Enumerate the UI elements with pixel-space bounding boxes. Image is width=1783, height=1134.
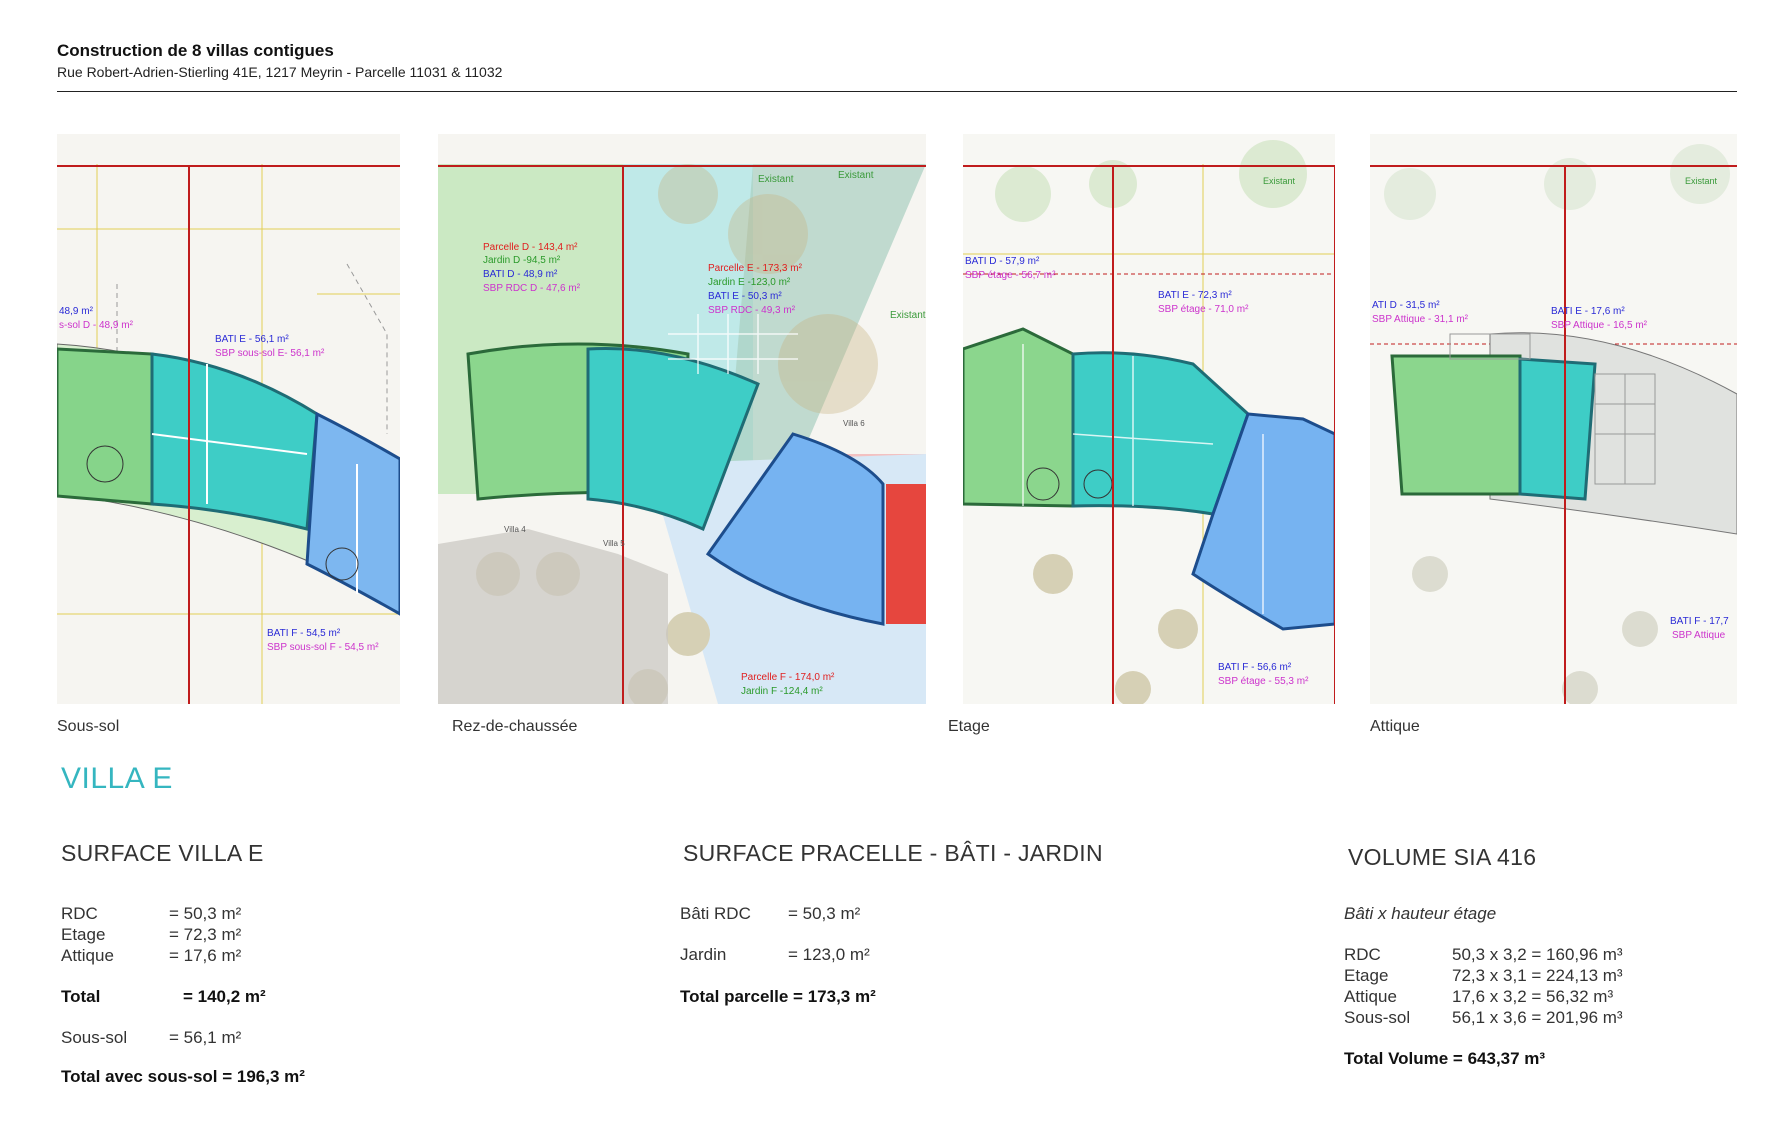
row-label: RDC: [61, 904, 98, 923]
plan-label: Jardin F -124,4 m²: [741, 686, 823, 697]
plan-label: SBP étage - 55,3 m²: [1218, 676, 1309, 687]
surface-parcelle-row: Jardin = 123,0 m²: [680, 945, 870, 965]
volume-title: VOLUME SIA 416: [1348, 844, 1537, 870]
row-label: Attique: [1344, 987, 1397, 1006]
surface-parcelle-total: Total parcelle = 173,3 m²: [680, 987, 876, 1006]
plan-label: Jardin D -94,5 m²: [483, 255, 561, 266]
plan-rez-de-chaussee: Parcelle D - 143,4 m² Jardin D -94,5 m² …: [438, 134, 926, 704]
total-label: Total: [61, 987, 101, 1006]
volume-total: Total Volume = 643,37 m³: [1344, 1049, 1546, 1068]
plan-label: BATI F - 56,6 m²: [1218, 662, 1292, 673]
plan-label: Existant: [758, 174, 794, 185]
volume-row: RDC 50,3 x 3,2 = 160,96 m³: [1344, 945, 1623, 965]
row-value: = 50,3 m²: [788, 904, 861, 923]
row-value: = 17,6 m²: [169, 946, 242, 965]
plan-label: SBP Attique - 31,1 m²: [1372, 314, 1469, 325]
plan-label: SBP étage - 56,7 m²: [965, 270, 1056, 281]
row-label: Attique: [61, 946, 114, 965]
volume-subtitle: Bâti x hauteur étage: [1344, 904, 1497, 923]
row-label: Sous-sol: [1344, 1008, 1411, 1027]
total-value: = 140,2 m²: [183, 987, 266, 1006]
row-value: 50,3 x 3,2 = 160,96 m³: [1452, 945, 1623, 964]
caption-attique: Attique: [1370, 718, 1420, 735]
surface-villa-soussol: Sous-sol = 56,1 m²: [61, 1028, 241, 1048]
plan-label: BATI D - 48,9 m²: [483, 269, 558, 280]
plan-label: SBP RDC - 49,3 m²: [708, 305, 796, 316]
surface-villa-row: RDC = 50,3 m²: [61, 904, 241, 924]
row-value: = 123,0 m²: [788, 945, 870, 964]
plan-attique: ATI D - 31,5 m² SBP Attique - 31,1 m² BA…: [1370, 134, 1737, 704]
surface-villa-grand-total: Total avec sous-sol = 196,3 m²: [61, 1067, 305, 1086]
plan-label: s-sol D - 48,9 m²: [59, 320, 134, 331]
volume-row: Sous-sol 56,1 x 3,6 = 201,96 m³: [1344, 1008, 1623, 1028]
plan-label: 48,9 m²: [59, 306, 94, 317]
plan-label: SBP étage - 71,0 m²: [1158, 304, 1249, 315]
plan-etage: BATI D - 57,9 m² SBP étage - 56,7 m² BAT…: [963, 134, 1335, 704]
caption-sous-sol: Sous-sol: [57, 718, 120, 735]
volume-row: Etage 72,3 x 3,1 = 224,13 m³: [1344, 966, 1623, 986]
row-value: 56,1 x 3,6 = 201,96 m³: [1452, 1008, 1623, 1027]
plan-label: Parcelle E - 173,3 m²: [708, 263, 803, 274]
plan-label: ATI D - 31,5 m²: [1372, 300, 1440, 311]
surface-villa-title: SURFACE VILLA E: [61, 840, 264, 866]
plan-label: Villa 6: [843, 419, 865, 428]
villa-title: VILLA E: [61, 762, 173, 795]
row-label: Jardin: [680, 945, 727, 964]
plan-label: Existant: [890, 310, 926, 321]
row-label: Etage: [61, 925, 106, 944]
plan-label: BATI F - 54,5 m²: [267, 628, 341, 639]
plan-label: Villa 4: [504, 525, 526, 534]
plan-label: BATI F - 17,7: [1670, 616, 1729, 627]
surface-parcelle-title: SURFACE PRACELLE - BÂTI - JARDIN: [683, 840, 1103, 866]
plan-sous-sol: 48,9 m² s-sol D - 48,9 m² BATI E - 56,1 …: [57, 134, 400, 704]
caption-rez-de-chaussee: Rez-de-chaussée: [452, 718, 578, 735]
plan-label: BATI E - 72,3 m²: [1158, 290, 1232, 301]
plan-label: SBP sous-sol E- 56,1 m²: [215, 348, 325, 359]
row-value: 72,3 x 3,1 = 224,13 m³: [1452, 966, 1623, 985]
plan-label: Parcelle F - 174,0 m²: [741, 672, 835, 683]
soussol-value: = 56,1 m²: [169, 1028, 242, 1047]
row-value: = 50,3 m²: [169, 904, 242, 923]
row-label: Etage: [1344, 966, 1389, 985]
plan-label: Villa 5: [603, 539, 625, 548]
plan-label: SBP sous-sol F - 54,5 m²: [267, 642, 379, 653]
surface-parcelle-row: Bâti RDC = 50,3 m²: [680, 904, 860, 924]
plan-label: Existant: [1685, 176, 1718, 186]
plan-label: Parcelle D - 143,4 m²: [483, 242, 578, 253]
row-label: RDC: [1344, 945, 1381, 964]
row-value: 17,6 x 3,2 = 56,32 m³: [1452, 987, 1614, 1006]
header-rule: [57, 91, 1737, 92]
caption-etage: Etage: [948, 718, 990, 735]
row-value: = 72,3 m²: [169, 925, 242, 944]
plan-label: Existant: [838, 170, 874, 181]
plan-label: SBP RDC D - 47,6 m²: [483, 283, 581, 294]
plan-label: BATI E - 50,3 m²: [708, 291, 782, 302]
header-title: Construction de 8 villas contigues: [57, 41, 334, 60]
plan-label: SBP Attique: [1672, 630, 1726, 641]
plan-label: Existant: [1263, 176, 1296, 186]
plan-label: Jardin E -123,0 m²: [708, 277, 791, 288]
header-subtitle: Rue Robert-Adrien-Stierling 41E, 1217 Me…: [57, 64, 503, 80]
surface-villa-row: Attique = 17,6 m²: [61, 946, 241, 966]
plan-label: BATI E - 17,6 m²: [1551, 306, 1625, 317]
plan-label: SBP Attique - 16,5 m²: [1551, 320, 1648, 331]
plan-label: BATI D - 57,9 m²: [965, 256, 1040, 267]
row-label: Bâti RDC: [680, 904, 751, 923]
plan-label: BATI E - 56,1 m²: [215, 334, 289, 345]
volume-row: Attique 17,6 x 3,2 = 56,32 m³: [1344, 987, 1613, 1007]
soussol-label: Sous-sol: [61, 1028, 128, 1047]
surface-villa-total: Total = 140,2 m²: [61, 987, 266, 1007]
surface-villa-row: Etage = 72,3 m²: [61, 925, 241, 945]
